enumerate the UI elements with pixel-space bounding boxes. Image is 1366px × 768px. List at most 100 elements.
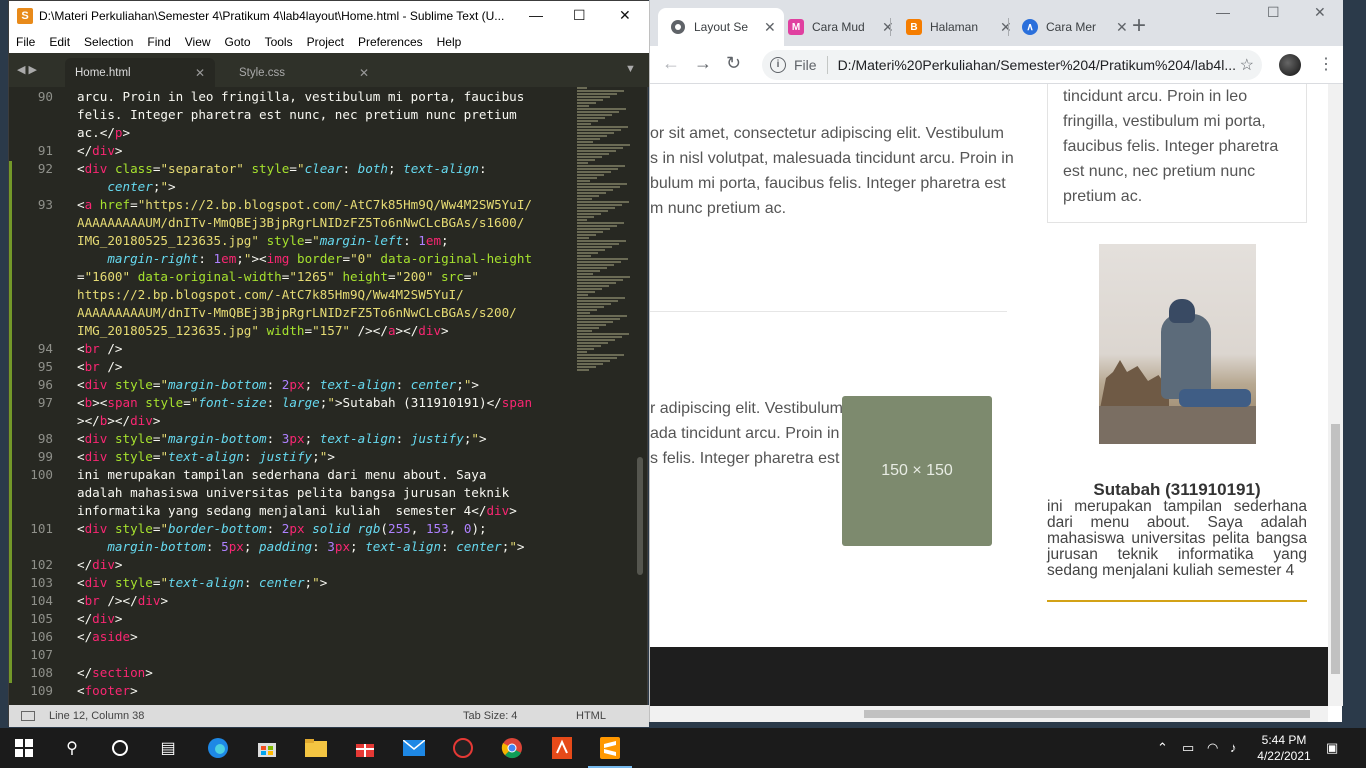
mail-icon[interactable] [402,736,426,760]
menu-project[interactable]: Project [300,35,351,49]
wifi-icon[interactable]: ◠ [1207,740,1218,756]
code-editor[interactable]: 90 arcu. Proin in leo fringilla, vestibul… [9,87,575,699]
network-icon[interactable]: ▭ [1182,740,1194,756]
code-line[interactable]: <br /> [77,359,123,374]
menu-view[interactable]: View [178,35,218,49]
tab-style-css[interactable]: Style.css ✕ [229,58,379,87]
edge-icon[interactable] [206,736,230,760]
menu-dots-icon[interactable]: ⋮ [1318,54,1334,74]
code-line[interactable]: https://2.bp.blogspot.com/-AtC7k85Hm9Q/W… [77,287,464,302]
pdf-icon[interactable] [550,736,574,760]
code-line[interactable]: </div> [77,611,123,626]
clock[interactable]: 5:44 PM 4/22/2021 [1254,732,1314,764]
tab-cara-mer[interactable]: ∧ Cara Mer ✕ [1010,8,1136,46]
code-line[interactable]: <b><span style="font-size: large;">Sutab… [77,395,532,410]
close-tab-icon[interactable]: ✕ [359,66,369,80]
code-line[interactable]: margin-right: 1em;"><img border="0" data… [77,251,532,266]
close-button[interactable]: ✕ [1314,4,1326,21]
close-tab-icon[interactable]: ✕ [764,19,776,36]
scroll-thumb[interactable] [864,710,1310,718]
code-line[interactable]: <div style="text-align: center;"> [77,575,327,590]
code-line[interactable]: <footer> [77,683,138,698]
code-line[interactable]: </div> [77,557,123,572]
code-line[interactable]: ></b></div> [77,413,160,428]
store-icon[interactable] [255,736,279,760]
tab-layout[interactable]: Layout Se ✕ [658,8,784,46]
task-view-icon[interactable]: ▤ [156,736,180,760]
code-line[interactable]: </aside> [77,629,138,644]
tab-size[interactable]: Tab Size: 4 [463,710,517,722]
scroll-thumb[interactable] [1331,424,1340,674]
minimize-button[interactable]: — [1216,4,1230,20]
minimap[interactable] [575,87,631,387]
menu-file[interactable]: File [9,35,42,49]
vertical-scrollbar[interactable] [1328,84,1343,706]
code-line[interactable]: felis. Integer pharetra est nunc, nec pr… [77,107,517,122]
new-tab-button[interactable]: + [1132,12,1146,40]
maximize-button[interactable]: ☐ [573,7,586,24]
volume-icon[interactable]: ♪ [1230,740,1237,755]
code-line[interactable]: ac.</p> [77,125,130,140]
tab-cara-mud[interactable]: M Cara Mud ✕ [776,8,902,46]
profile-photo[interactable] [1099,244,1256,444]
code-line[interactable]: </div> [77,143,123,158]
close-tab-icon[interactable]: ✕ [195,66,205,80]
search-icon[interactable]: ⚲ [60,736,84,760]
code-line[interactable]: <div style="margin-bottom: 3px; text-ali… [77,431,487,446]
menu-preferences[interactable]: Preferences [351,35,430,49]
code-line[interactable]: adalah mahasiswa universitas pelita bang… [77,485,509,500]
bookmark-star-icon[interactable]: ☆ [1240,55,1254,75]
code-line[interactable]: informatika yang sedang menjalani kuliah… [77,503,517,518]
sublime-icon[interactable] [588,736,632,768]
code-line[interactable]: ="1600" data-original-width="1265" heigh… [77,269,479,284]
panel-toggle-icon[interactable] [21,711,35,721]
close-tab-icon[interactable]: ✕ [882,19,894,36]
back-arrow-icon[interactable]: ← [662,53,680,74]
code-line[interactable]: ini merupakan tampilan sederhana dari me… [77,467,486,482]
code-line[interactable]: center;"> [77,179,175,194]
code-line[interactable]: <br /> [77,341,123,356]
tab-nav-arrows-icon[interactable]: ◀ ▶ [17,63,37,76]
code-line[interactable]: AAAAAAAAAUM/dnITv-MmQBEj3BjpRgrLNIDzFZ5T… [77,215,524,230]
code-line[interactable]: IMG_20180525_123635.jpg" style="margin-l… [77,233,449,248]
chrome-icon[interactable] [500,736,524,760]
syntax-mode[interactable]: HTML [576,710,606,722]
code-line[interactable]: </section> [77,665,153,680]
address-bar[interactable]: i File D:/Materi%20Perkuliahan/Semester%… [762,50,1262,80]
horizontal-scrollbar[interactable] [650,706,1328,722]
code-line[interactable]: arcu. Proin in leo fringilla, vestibulum… [77,89,524,104]
reload-icon[interactable]: ↻ [726,53,741,74]
code-line[interactable]: <a href="https://2.bp.blogspot.com/-AtC7… [77,197,532,212]
code-line[interactable]: <div style="border-bottom: 2px solid rgb… [77,521,487,536]
menu-tools[interactable]: Tools [258,35,300,49]
notification-icon[interactable]: ▣ [1326,740,1338,756]
tab-home-html[interactable]: Home.html ✕ [65,58,215,87]
tab-halaman[interactable]: B Halaman ✕ [894,8,1020,46]
tab-dropdown-icon[interactable]: ▼ [625,63,636,75]
forward-arrow-icon[interactable]: → [694,53,712,74]
profile-avatar[interactable] [1279,54,1301,76]
info-icon[interactable]: i [770,57,786,73]
code-line[interactable]: AAAAAAAAAUM/dnITv-MmQBEj3BjpRgrLNIDzFZ5T… [77,305,517,320]
tray-overflow-icon[interactable]: ⌃ [1157,740,1168,756]
menu-find[interactable]: Find [140,35,177,49]
windows-start-icon[interactable] [12,736,36,760]
gift-icon[interactable] [353,736,377,760]
file-explorer-icon[interactable] [304,736,328,760]
menu-help[interactable]: Help [430,35,469,49]
code-line[interactable]: <br /></div> [77,593,168,608]
code-line[interactable]: <div style="text-align: justify;"> [77,449,335,464]
menu-selection[interactable]: Selection [77,35,140,49]
code-line[interactable]: <div class="separator" style="clear: bot… [77,161,487,176]
close-tab-icon[interactable]: ✕ [1116,19,1128,36]
editor-scrollbar[interactable] [637,457,643,575]
code-line[interactable]: margin-bottom: 5px; padding: 3px; text-a… [77,539,524,554]
menu-edit[interactable]: Edit [42,35,77,49]
maximize-button[interactable]: ☐ [1267,4,1280,21]
menu-goto[interactable]: Goto [218,35,258,49]
code-line[interactable]: IMG_20180525_123635.jpg" width="157" /><… [77,323,449,338]
url-text[interactable]: D:/Materi%20Perkuliahan/Semester%204/Pra… [838,57,1238,73]
cortana-icon[interactable] [108,736,132,760]
game-icon[interactable] [451,736,475,760]
code-line[interactable]: <div style="margin-bottom: 2px; text-ali… [77,377,479,392]
